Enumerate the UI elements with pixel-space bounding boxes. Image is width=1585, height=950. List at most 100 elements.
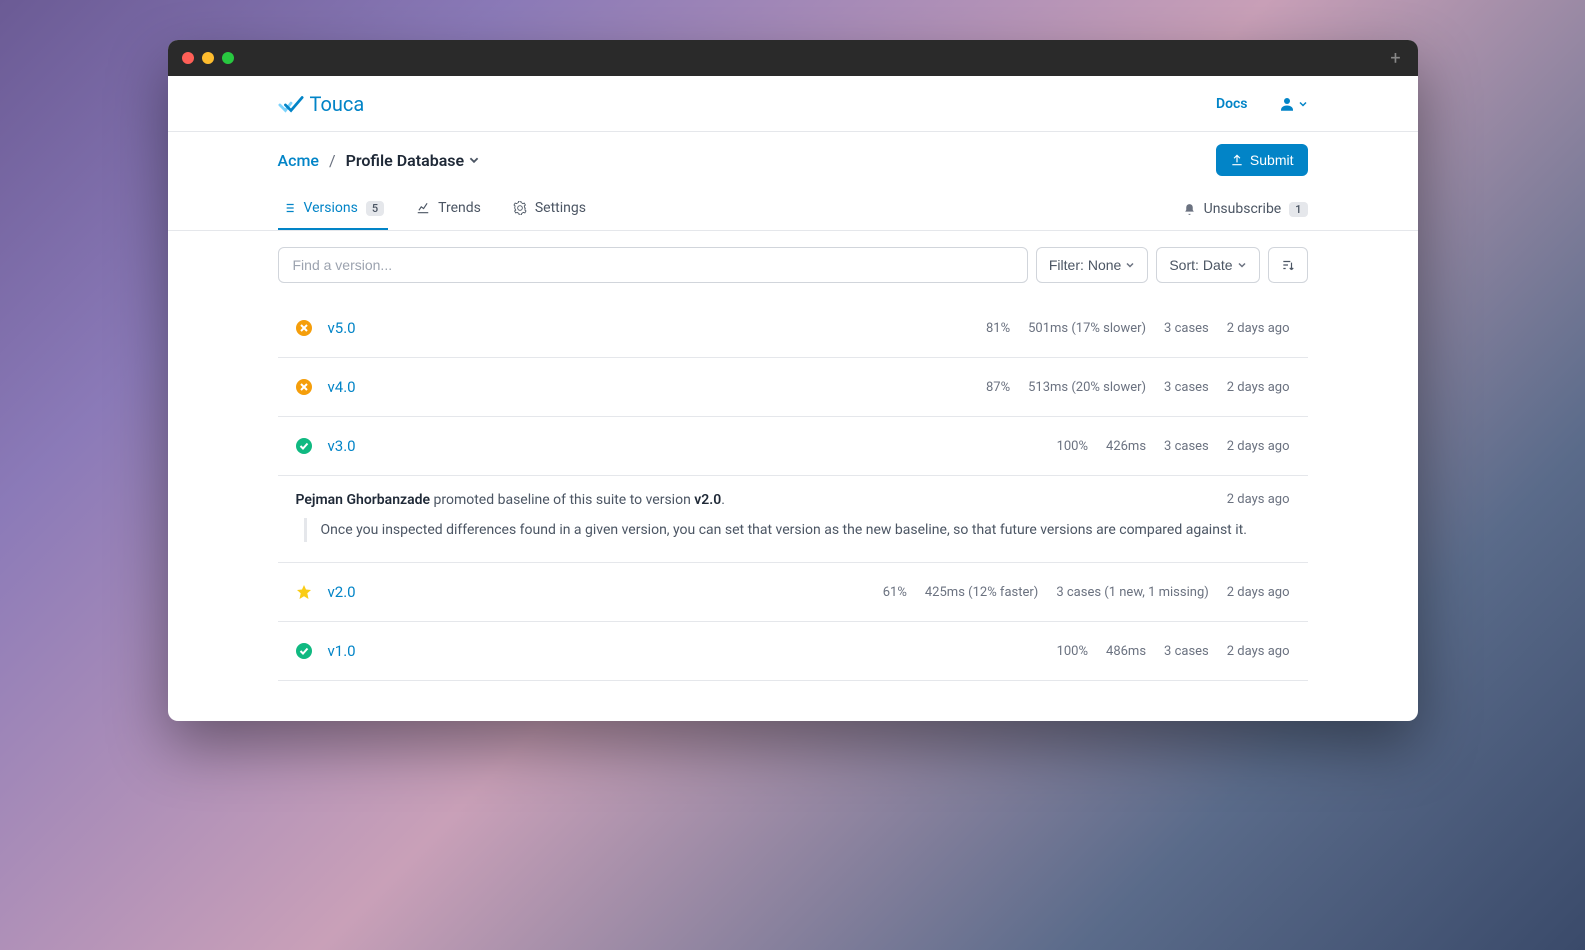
pass-icon [296, 643, 312, 659]
version-age: 2 days ago [1227, 585, 1290, 600]
filter-value: None [1088, 257, 1121, 273]
search-input[interactable] [278, 247, 1028, 283]
tab-trends[interactable]: Trends [412, 188, 485, 230]
version-row[interactable]: v1.0 100% 486ms 3 cases 2 days ago [278, 622, 1308, 681]
close-window-button[interactable] [182, 52, 194, 64]
version-stats: 87% 513ms (20% slower) 3 cases 2 days ago [986, 380, 1290, 395]
promotion-text: Pejman Ghorbanzade promoted baseline of … [296, 492, 725, 508]
version-age: 2 days ago [1227, 644, 1290, 659]
chevron-down-icon [1298, 99, 1308, 109]
promotion-note: Once you inspected differences found in … [304, 518, 1290, 542]
unsubscribe-button[interactable]: Unsubscribe 1 [1183, 201, 1308, 217]
promotion-event: Pejman Ghorbanzade promoted baseline of … [278, 476, 1308, 563]
tabs-bar: Versions 5 Trends Settings Unsubscribe [168, 188, 1418, 231]
version-row[interactable]: v2.0 61% 425ms (12% faster) 3 cases (1 new,… [278, 563, 1308, 622]
tab-versions[interactable]: Versions 5 [278, 188, 389, 230]
browser-window: + Touca Docs Acme / [168, 40, 1418, 721]
breadcrumb-suite[interactable]: Profile Database [346, 151, 481, 170]
fail-icon [296, 379, 312, 395]
tab-versions-count: 5 [366, 201, 384, 216]
user-menu[interactable] [1278, 95, 1308, 113]
version-stats: 81% 501ms (17% slower) 3 cases 2 days ago [986, 321, 1290, 336]
sort-direction-button[interactable] [1268, 247, 1308, 283]
promotion-age: 2 days ago [1227, 492, 1290, 508]
tab-versions-label: Versions [304, 200, 358, 216]
maximize-window-button[interactable] [222, 52, 234, 64]
version-row[interactable]: v5.0 81% 501ms (17% slower) 3 cases 2 days a… [278, 299, 1308, 358]
version-name[interactable]: v3.0 [328, 437, 356, 455]
brand-logo[interactable]: Touca [278, 92, 365, 116]
version-score: 100% [1057, 439, 1088, 454]
version-name[interactable]: v5.0 [328, 319, 356, 337]
breadcrumb-team[interactable]: Acme [278, 151, 319, 170]
version-perf: 513ms (20% slower) [1028, 380, 1146, 395]
sort-button[interactable]: Sort: Date [1156, 247, 1259, 283]
version-cases: 3 cases [1164, 439, 1209, 454]
version-age: 2 days ago [1227, 439, 1290, 454]
brand-name: Touca [310, 92, 365, 116]
version-stats: 61% 425ms (12% faster) 3 cases (1 new, 1 m… [883, 585, 1290, 600]
unsubscribe-label: Unsubscribe [1204, 201, 1282, 217]
version-perf: 426ms [1106, 439, 1146, 454]
fail-icon [296, 320, 312, 336]
sort-label: Sort: [1169, 257, 1199, 273]
docs-link[interactable]: Docs [1216, 96, 1248, 112]
version-cases: 3 cases (1 new, 1 missing) [1056, 585, 1208, 600]
tab-settings-label: Settings [535, 200, 586, 216]
sort-value: Date [1203, 257, 1233, 273]
version-cases: 3 cases [1164, 644, 1209, 659]
content-area: Filter: None Sort: Date v5.0 81% 501ms (17… [168, 231, 1418, 721]
tab-settings[interactable]: Settings [509, 188, 590, 230]
version-row[interactable]: v4.0 87% 513ms (20% slower) 3 cases 2 days a… [278, 358, 1308, 417]
version-name[interactable]: v2.0 [328, 583, 356, 601]
minimize-window-button[interactable] [202, 52, 214, 64]
version-perf: 501ms (17% slower) [1028, 321, 1146, 336]
breadcrumb-suite-label: Profile Database [346, 151, 465, 170]
version-cases: 3 cases [1164, 321, 1209, 336]
breadcrumb-bar: Acme / Profile Database Submit [168, 132, 1418, 188]
upload-icon [1230, 153, 1244, 167]
version-score: 100% [1057, 644, 1088, 659]
window-titlebar: + [168, 40, 1418, 76]
chevron-down-icon [1125, 260, 1135, 270]
versions-list: v5.0 81% 501ms (17% slower) 3 cases 2 days a… [278, 299, 1308, 681]
tabs: Versions 5 Trends Settings [278, 188, 590, 230]
user-icon [1278, 95, 1296, 113]
version-score: 81% [986, 321, 1010, 336]
top-nav: Touca Docs [168, 76, 1418, 132]
version-score: 61% [883, 585, 907, 600]
star-icon [296, 584, 312, 600]
touca-logo-icon [278, 95, 304, 113]
chevron-down-icon [468, 154, 480, 166]
breadcrumb: Acme / Profile Database [278, 151, 481, 170]
breadcrumb-separator: / [329, 151, 336, 170]
gear-icon [513, 201, 527, 215]
version-stats: 100% 486ms 3 cases 2 days ago [1057, 644, 1290, 659]
filter-label: Filter: [1049, 257, 1084, 273]
chart-icon [416, 201, 430, 215]
chevron-down-icon [1237, 260, 1247, 270]
submit-label: Submit [1250, 152, 1294, 168]
version-row[interactable]: v3.0 100% 426ms 3 cases 2 days ago [278, 417, 1308, 476]
version-age: 2 days ago [1227, 321, 1290, 336]
version-name[interactable]: v1.0 [328, 642, 356, 660]
version-stats: 100% 426ms 3 cases 2 days ago [1057, 439, 1290, 454]
version-age: 2 days ago [1227, 380, 1290, 395]
submit-button[interactable]: Submit [1216, 144, 1308, 176]
version-name[interactable]: v4.0 [328, 378, 356, 396]
version-score: 87% [986, 380, 1010, 395]
filter-button[interactable]: Filter: None [1036, 247, 1148, 283]
top-nav-right: Docs [1216, 95, 1308, 113]
traffic-lights [182, 52, 234, 64]
new-tab-button[interactable]: + [1384, 46, 1408, 70]
tab-trends-label: Trends [438, 200, 481, 216]
pass-icon [296, 438, 312, 454]
controls-row: Filter: None Sort: Date [278, 247, 1308, 283]
version-perf: 425ms (12% faster) [925, 585, 1038, 600]
sort-desc-icon [1281, 258, 1295, 272]
version-cases: 3 cases [1164, 380, 1209, 395]
version-perf: 486ms [1106, 644, 1146, 659]
bell-icon [1183, 203, 1196, 216]
list-icon [282, 201, 296, 215]
unsubscribe-count: 1 [1289, 202, 1307, 217]
